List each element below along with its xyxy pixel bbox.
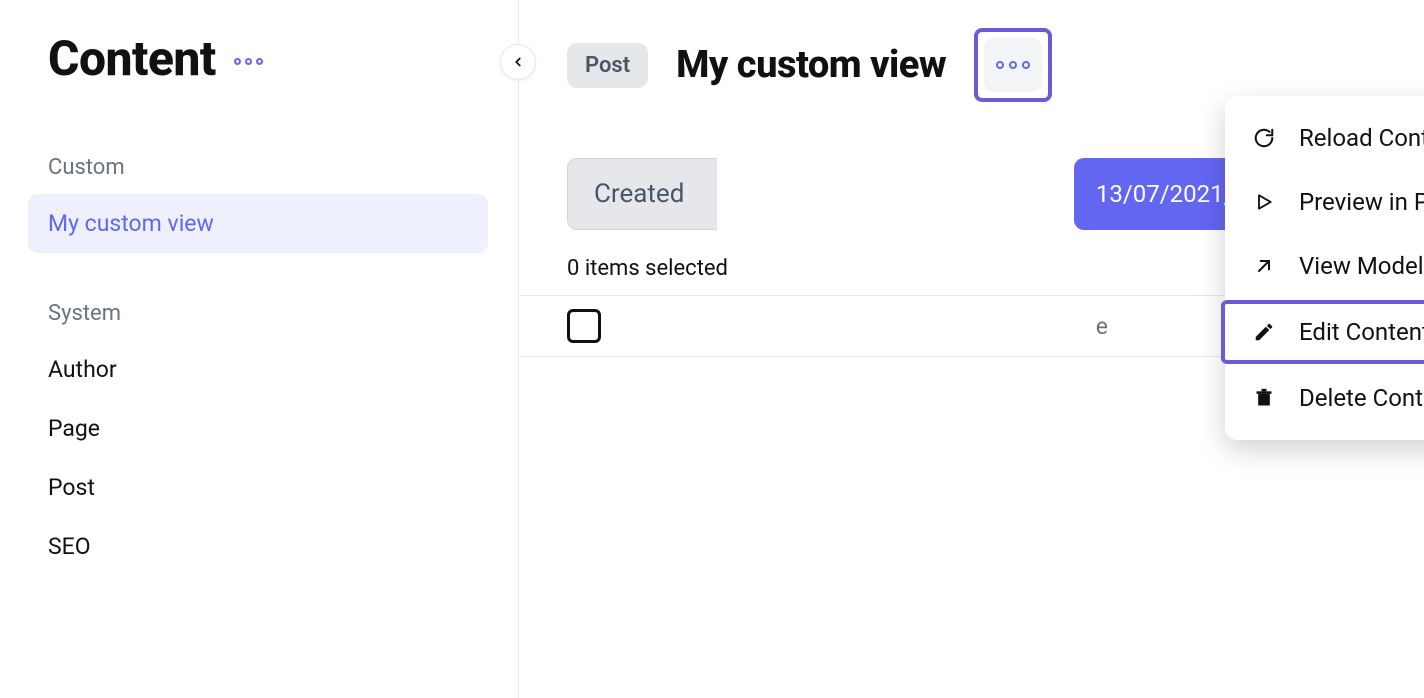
view-actions-menu: Reload Content Preview in Playground Vie…: [1225, 96, 1424, 440]
menu-item-edit[interactable]: Edit Content View: [1225, 304, 1424, 360]
menu-item-view-model[interactable]: View Model: [1225, 234, 1424, 298]
sidebar-item-seo[interactable]: SEO: [28, 517, 488, 576]
filter-field-selector[interactable]: Created: [567, 158, 717, 230]
reload-icon: [1251, 127, 1277, 149]
sidebar-item-my-custom-view[interactable]: My custom view: [28, 194, 488, 253]
sidebar-item-page[interactable]: Page: [28, 399, 488, 458]
menu-label: Edit Content View: [1299, 318, 1424, 346]
menu-label: Reload Content: [1299, 124, 1424, 152]
sidebar-section-system: System: [48, 301, 488, 326]
select-all-checkbox[interactable]: [567, 309, 601, 343]
view-title: My custom view: [676, 43, 946, 87]
more-icon[interactable]: [234, 58, 263, 65]
sidebar-item-author[interactable]: Author: [28, 340, 488, 399]
sidebar-title: Content: [48, 30, 216, 87]
sidebar-item-post[interactable]: Post: [28, 458, 488, 517]
highlight-more-button: [974, 28, 1052, 102]
menu-item-delete[interactable]: Delete Content View: [1225, 366, 1424, 430]
trash-icon: [1251, 387, 1277, 409]
sidebar: Content Custom My custom view System Aut…: [0, 0, 519, 698]
external-link-icon: [1251, 256, 1277, 276]
play-icon: [1251, 192, 1277, 212]
model-badge[interactable]: Post: [567, 43, 648, 88]
sidebar-section-custom: Custom: [48, 155, 488, 180]
highlight-edit-menu-item: Edit Content View: [1221, 300, 1424, 364]
menu-label: Preview in Playground: [1299, 188, 1424, 216]
menu-item-preview[interactable]: Preview in Playground: [1225, 170, 1424, 234]
menu-label: Delete Content View: [1299, 384, 1424, 412]
menu-label: View Model: [1299, 252, 1424, 280]
view-more-button[interactable]: [984, 38, 1042, 92]
main-content: Post My custom view Created 13/07/2021, …: [519, 0, 1424, 698]
more-icon: [996, 61, 1030, 69]
table-column-partial[interactable]: e: [1078, 313, 1126, 340]
pencil-icon: [1251, 321, 1277, 343]
menu-item-reload[interactable]: Reload Content: [1225, 106, 1424, 170]
